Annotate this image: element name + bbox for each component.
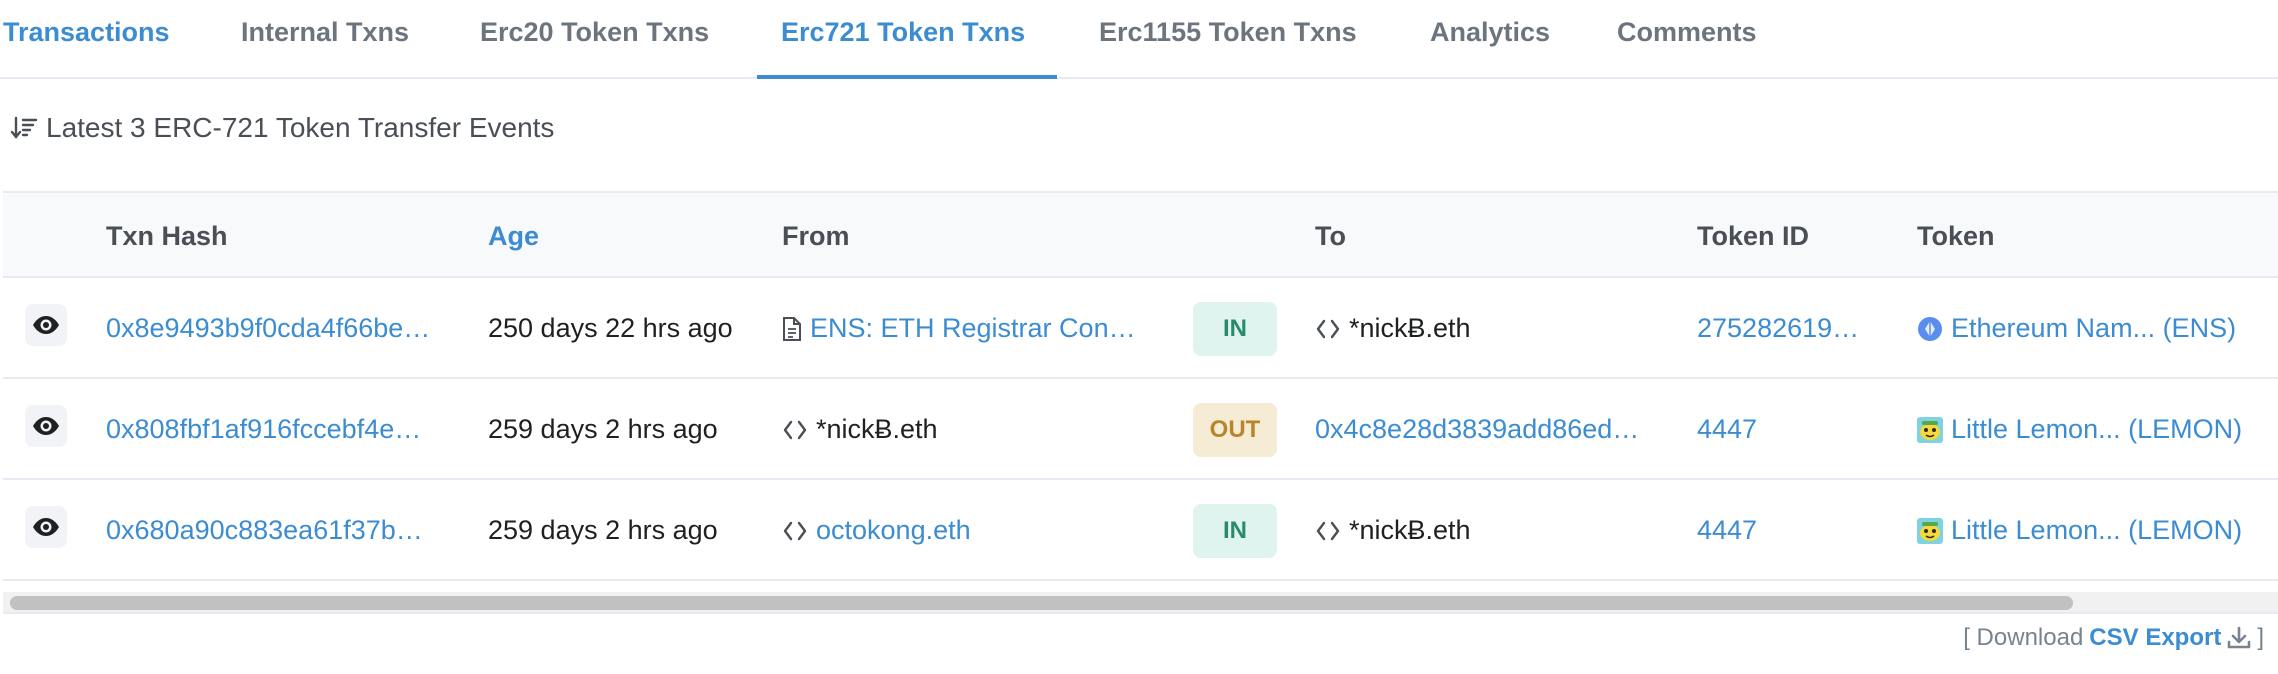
lemon-friend-icon [1917, 517, 1943, 544]
age-cell: 259 days 2 hrs ago [488, 414, 718, 444]
token-link[interactable]: Ethereum Nam... (ENS) [1917, 278, 2267, 379]
tab-internal-txns[interactable]: Internal Txns [241, 14, 409, 50]
heading-text: Latest 3 ERC-721 Token Transfer Events [46, 112, 555, 143]
tab-transactions[interactable]: Transactions [3, 14, 170, 50]
to-address[interactable]: *nickɃ.eth [1315, 278, 1665, 379]
sort-descending-icon[interactable] [10, 114, 38, 142]
col-to: To [1315, 221, 1346, 251]
horizontal-scrollbar[interactable] [3, 592, 2278, 614]
tab-erc20-token-txns[interactable]: Erc20 Token Txns [480, 14, 709, 50]
ens-logo-icon [1918, 316, 1942, 341]
eye-icon [33, 518, 59, 536]
code-brackets-icon [783, 521, 807, 540]
code-brackets-icon [1316, 319, 1340, 338]
from-address-link[interactable]: ENS: ETH Registrar Con… [782, 278, 1152, 379]
view-details-button[interactable] [25, 405, 67, 447]
token-transfers-table: Txn Hash Age From To Token ID Token 0x8e… [3, 191, 2278, 613]
lemon-friend-icon [1917, 416, 1943, 443]
eye-icon [33, 316, 59, 334]
age-cell: 250 days 22 hrs ago [488, 313, 733, 343]
age-cell: 259 days 2 hrs ago [488, 515, 718, 545]
to-address[interactable]: *nickɃ.eth [1315, 480, 1665, 581]
col-txn-hash: Txn Hash [106, 221, 228, 251]
direction-badge: OUT [1193, 403, 1277, 457]
code-brackets-icon [1316, 521, 1340, 540]
col-age[interactable]: Age [488, 193, 539, 280]
col-token-id: Token ID [1697, 221, 1810, 251]
tab-comments[interactable]: Comments [1617, 14, 1757, 50]
col-token: Token [1917, 221, 1995, 251]
direction-badge: IN [1193, 504, 1277, 558]
csv-download: [ Download CSV Export ] [1963, 622, 2264, 654]
table-header: Txn Hash Age From To Token ID Token [3, 191, 2278, 278]
token-link[interactable]: Little Lemon... (LEMON) [1917, 379, 2267, 480]
view-details-button[interactable] [25, 506, 67, 548]
tab-erc721-token-txns[interactable]: Erc721 Token Txns [781, 14, 1025, 50]
txn-hash-link[interactable]: 0x8e9493b9f0cda4f66be… [106, 278, 446, 379]
tab-analytics[interactable]: Analytics [1430, 14, 1550, 50]
direction-badge: IN [1193, 302, 1277, 356]
csv-prefix: [ Download [1963, 624, 2084, 651]
txn-hash-link[interactable]: 0x680a90c883ea61f37b… [106, 480, 446, 581]
contract-doc-icon [783, 316, 801, 341]
token-id-link[interactable]: 4447 [1697, 379, 1877, 480]
from-address[interactable]: *nickɃ.eth [782, 379, 1152, 480]
transfer-events-heading: Latest 3 ERC-721 Token Transfer Events [10, 110, 554, 146]
token-id-link[interactable]: 275282619… [1697, 278, 1877, 379]
csv-suffix: ] [2257, 624, 2264, 651]
view-details-button[interactable] [25, 304, 67, 346]
tab-bar: Transactions Internal Txns Erc20 Token T… [0, 0, 2278, 79]
table-row: 0x8e9493b9f0cda4f66be… 250 days 22 hrs a… [3, 278, 2278, 379]
csv-export-link[interactable]: CSV Export [2089, 624, 2221, 652]
from-address-link[interactable]: octokong.eth [782, 480, 1152, 581]
col-from: From [782, 221, 850, 251]
download-icon[interactable] [2227, 626, 2251, 650]
scrollbar-thumb[interactable] [10, 596, 2073, 610]
table-row: 0x808fbf1af916fccebf4e… 259 days 2 hrs a… [3, 379, 2278, 480]
table-row: 0x680a90c883ea61f37b… 259 days 2 hrs ago… [3, 480, 2278, 581]
tab-erc1155-token-txns[interactable]: Erc1155 Token Txns [1099, 14, 1357, 50]
code-brackets-icon [783, 420, 807, 439]
txn-hash-link[interactable]: 0x808fbf1af916fccebf4e… [106, 379, 446, 480]
active-tab-indicator [757, 75, 1057, 79]
token-id-link[interactable]: 4447 [1697, 480, 1877, 581]
to-address-link[interactable]: 0x4c8e28d3839add86ed… [1315, 379, 1655, 480]
token-link[interactable]: Little Lemon... (LEMON) [1917, 480, 2267, 581]
eye-icon [33, 417, 59, 435]
